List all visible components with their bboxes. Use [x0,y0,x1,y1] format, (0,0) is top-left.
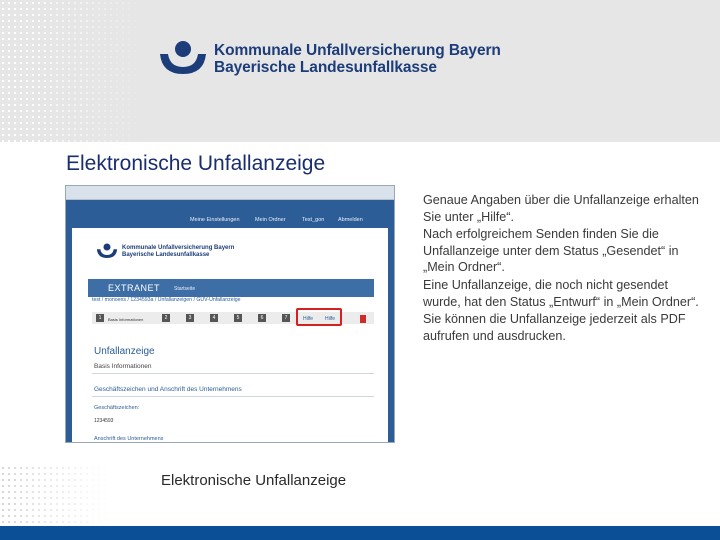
pdf-icon [360,315,366,323]
hilfe-link-1: Hilfe [303,316,314,322]
description-paragraph: Sie können die Unfallanzeige jederzeit a… [423,312,686,343]
hilfe-link-2: Hilfe [325,316,336,322]
browser-toolbar [66,186,394,200]
nav-test-user: Test_gon [302,217,325,223]
kuvb-logo-icon [160,41,206,74]
decorative-dot-pattern [0,0,150,142]
nav-meine-einstellungen: Meine Einstellungen [190,217,240,223]
screenshot-heading: Unfallanzeige [94,346,155,357]
step-1: 1 [96,314,104,322]
startseite-link: Startseite [174,286,196,292]
step-label: Basis Informationen [108,317,144,322]
footer-band [0,526,720,540]
screenshot-org-line1: Kommunale Unfallversicherung Bayern [122,245,235,251]
description-paragraph: Eine Unfallanzeige, die noch nicht gesen… [423,277,699,309]
screenshot-logo-icon [96,243,118,259]
screenshot-next-section: Anschrift des Unternehmens [94,436,164,442]
organization-name-line2: Bayerische Landesunfallkasse [214,59,437,76]
breadcrumb: test / monoens / 1234593a / Unfallanzeig… [92,297,241,303]
decorative-dot-pattern [0,465,110,527]
step-2: 2 [162,314,170,322]
step-7: 7 [282,314,290,322]
field-value: 1234593 [94,418,114,424]
nav-mein-ordner: Mein Ordner [255,217,286,223]
screenshot-caption: Elektronische Unfallanzeige [161,472,347,489]
description-paragraph: Genaue Angaben über die Unfallanzeige er… [423,193,699,224]
description-text: Genaue Angaben über die Unfallanzeige er… [423,192,705,344]
field-label: Geschäftszeichen: [94,405,140,411]
extranet-nav-bar: Meine Einstellungen Mein Ordner Test_gon… [66,200,394,228]
screenshot-organization-name: Kommunale Unfallversicherung Bayern Baye… [122,245,234,259]
screenshot-left-border [66,228,72,442]
page-title: Elektronische Unfallanzeige [66,152,326,175]
description-paragraph: Nach erfolgreichem Senden finden Sie die… [423,227,679,275]
application-screenshot: Meine Einstellungen Mein Ordner Test_gon… [65,185,395,443]
screenshot-org-line2: Bayerische Landesunfallkasse [122,252,210,258]
screenshot-subheading: Basis Informationen [94,363,152,370]
step-6: 6 [258,314,266,322]
organization-name: Kommunale Unfallversicherung Bayern Baye… [214,42,501,76]
step-5: 5 [234,314,242,322]
screenshot-section-heading: Geschäftszeichen und Anschrift des Unter… [94,386,242,393]
divider [92,373,374,374]
step-3: 3 [186,314,194,322]
organization-name-line1: Kommunale Unfallversicherung Bayern [214,42,501,59]
step-4: 4 [210,314,218,322]
divider [92,396,374,397]
extranet-title: EXTRANET [108,283,161,293]
screenshot-right-border [388,228,394,442]
nav-abmelden: Abmelden [338,217,363,223]
